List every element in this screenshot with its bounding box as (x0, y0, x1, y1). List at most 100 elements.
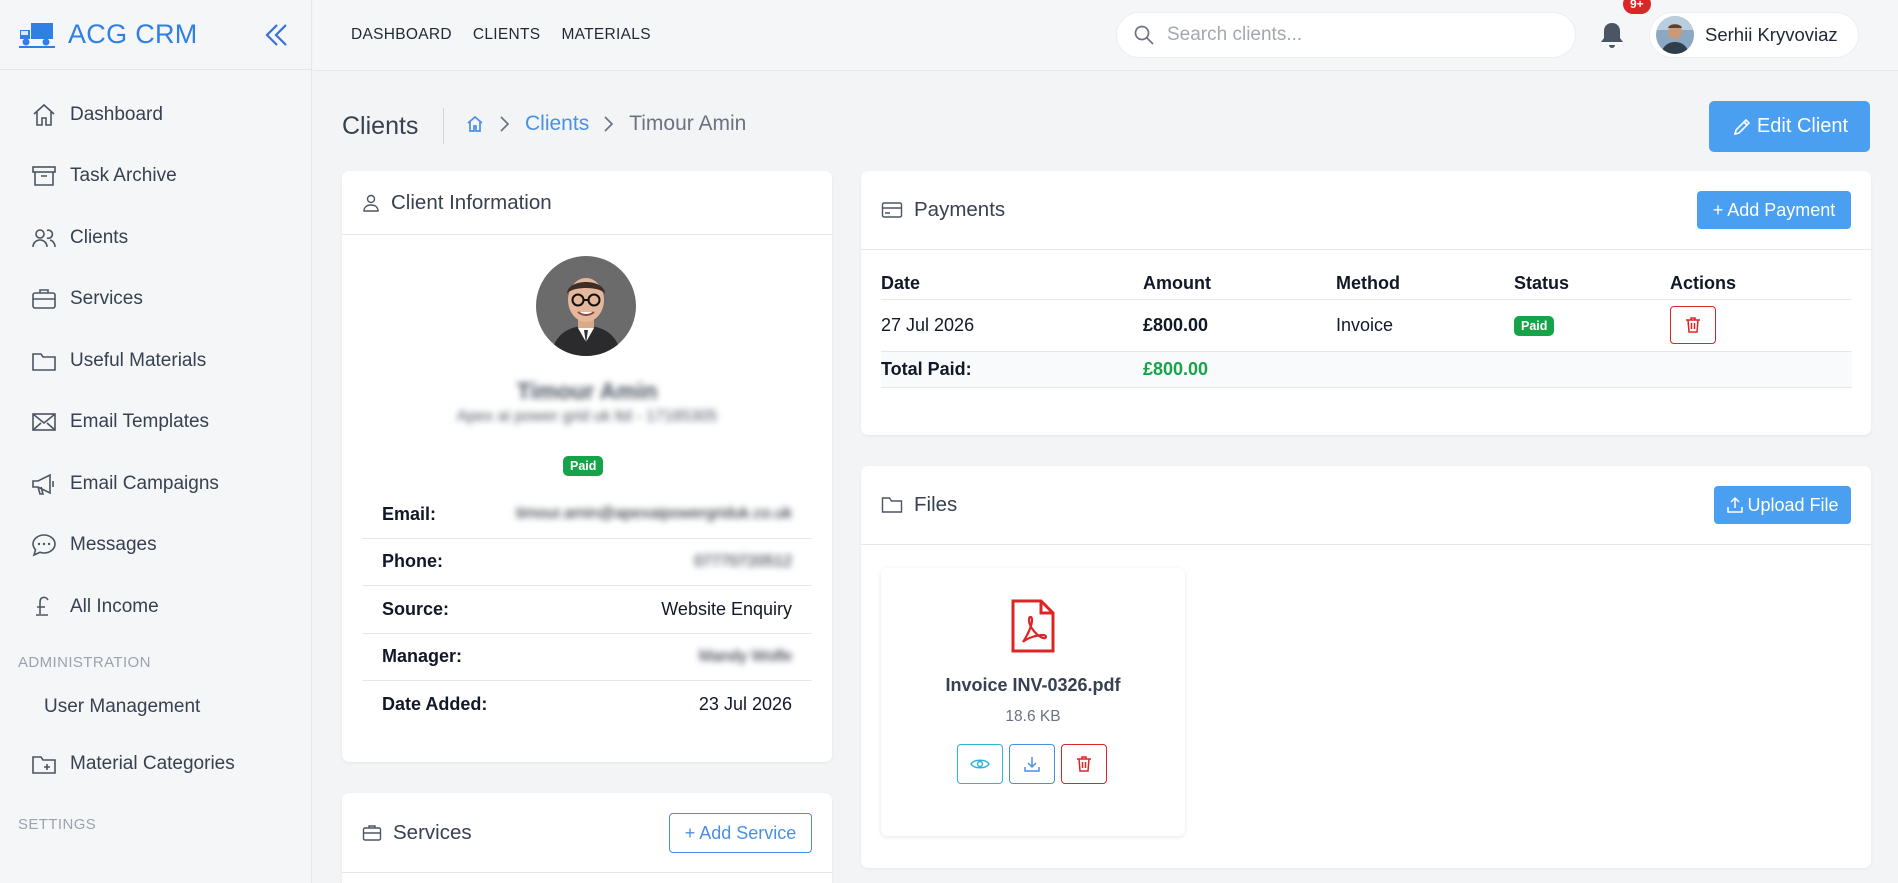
user-icon (363, 194, 379, 212)
sidebar-item-user-management[interactable]: User Management (0, 680, 311, 734)
pdf-file-icon (1011, 599, 1055, 653)
top-nav: DASHBOARD CLIENTS MATERIALS (351, 26, 672, 44)
upload-icon (1727, 496, 1744, 513)
sidebar-item-useful-materials[interactable]: Useful Materials (0, 330, 311, 392)
delete-file-button[interactable] (1061, 744, 1107, 784)
column-header: Actions (1670, 273, 1737, 293)
app-name: ACG CRM (68, 19, 198, 49)
detail-label: Manager: (382, 646, 463, 667)
delete-payment-button[interactable] (1670, 306, 1716, 344)
detail-row-manager: Manager: Mandy Wolfe (362, 634, 812, 681)
sidebar-item-all-income[interactable]: All Income (0, 576, 311, 638)
section-administration: ADMINISTRATION (0, 646, 311, 680)
avatar (1656, 16, 1694, 54)
detail-row-date-added: Date Added: 23 Jul 2026 (362, 681, 812, 729)
bell-icon[interactable] (1598, 20, 1626, 50)
sidebar-item-task-archive[interactable]: Task Archive (0, 146, 311, 208)
breadcrumb-clients[interactable]: Clients (525, 112, 589, 136)
sidebar-nav: Dashboard Task Archive Clients Services … (0, 70, 311, 843)
sidebar-item-email-campaigns[interactable]: Email Campaigns (0, 453, 311, 515)
status-badge: Paid (563, 456, 604, 476)
sidebar-item-messages[interactable]: Messages (0, 515, 311, 577)
payments-table: Date Amount Method Status Actions 27 Jul… (881, 273, 1852, 388)
file-actions (957, 744, 1107, 784)
credit-card-icon (881, 202, 903, 218)
add-service-button[interactable]: + Add Service (669, 813, 812, 853)
sidebar-item-clients[interactable]: Clients (0, 207, 311, 269)
home-icon[interactable] (465, 114, 485, 134)
trash-icon (1077, 756, 1091, 772)
detail-label: Email: (382, 503, 437, 524)
payment-amount: £800.00 (1143, 298, 1336, 351)
sidebar-item-label: User Management (44, 695, 201, 717)
search-icon (1134, 25, 1154, 45)
sidebar-item-material-categories[interactable]: Material Categories (0, 734, 311, 796)
services-card: Services + Add Service (342, 793, 832, 883)
detail-value[interactable]: 07770720512 (694, 553, 792, 571)
detail-value: 23 Jul 2026 (698, 694, 792, 715)
table-row: 27 Jul 2026 £800.00 Invoice Paid (881, 298, 1852, 351)
sidebar-item-dashboard[interactable]: Dashboard (0, 84, 311, 146)
upload-file-label: Upload File (1747, 494, 1839, 515)
mail-icon (32, 413, 56, 432)
briefcase-icon (362, 824, 382, 841)
top-link-materials[interactable]: MATERIALS (561, 26, 650, 44)
client-name: Timour Amin (516, 378, 658, 404)
users-icon (32, 228, 56, 247)
file-name[interactable]: Invoice INV-0326.pdf (881, 675, 1185, 696)
sidebar-item-email-templates[interactable]: Email Templates (0, 392, 311, 454)
file-item: Invoice INV-0326.pdf 18.6 KB (881, 568, 1185, 836)
payments-card: Payments + Add Payment Date Amount Metho… (861, 171, 1871, 435)
total-label: Total Paid: (881, 350, 1143, 388)
sidebar-item-services[interactable]: Services (0, 269, 311, 331)
trash-icon (1686, 317, 1700, 333)
sidebar-item-label: Email Campaigns (70, 472, 219, 494)
collapse-sidebar-icon[interactable] (262, 20, 292, 50)
top-link-clients[interactable]: CLIENTS (473, 26, 541, 44)
card-header: Client Information (342, 171, 832, 235)
briefcase-icon (32, 289, 56, 310)
client-info-card: Client Information Timour Amin Apex ai p… (342, 171, 832, 762)
upload-file-button[interactable]: Upload File (1714, 486, 1851, 524)
card-title: Payments (914, 198, 1006, 221)
megaphone-icon (32, 473, 54, 495)
breadcrumb-current: Timour Amin (629, 112, 747, 135)
client-company: Apex ai power grid uk ltd - 17185305 (456, 408, 718, 425)
chat-icon (32, 534, 56, 557)
sidebar-item-label: All Income (70, 595, 159, 617)
view-file-button[interactable] (957, 744, 1003, 784)
breadcrumb: Clients Timour Amin (465, 112, 746, 136)
detail-row-source: Source: Website Enquiry (362, 586, 812, 634)
add-payment-button[interactable]: + Add Payment (1697, 191, 1851, 229)
folder-icon (32, 352, 56, 371)
card-title: Files (914, 493, 958, 516)
detail-label: Source: (382, 598, 450, 619)
card-title: Client Information (391, 190, 552, 214)
edit-client-button[interactable]: Edit Client (1709, 101, 1870, 152)
top-link-dashboard[interactable]: DASHBOARD (351, 26, 452, 44)
user-menu[interactable]: Serhii Kryvoviaz (1649, 12, 1859, 58)
folder-plus-icon (32, 756, 56, 775)
sidebar-item-label: Dashboard (70, 103, 163, 125)
client-details: Email: timour.amin@apexaipowergriduk.co.… (362, 491, 812, 729)
pencil-icon (1733, 118, 1751, 135)
topbar: DASHBOARD CLIENTS MATERIALS 9+ Serhii Kr… (313, 0, 1898, 71)
payment-actions (1670, 298, 1852, 351)
detail-label: Date Added: (382, 694, 488, 715)
search-input[interactable] (1167, 24, 1547, 46)
payment-status-cell: Paid (1514, 298, 1670, 351)
card-header: Files Upload File (861, 466, 1871, 545)
divider (443, 108, 444, 144)
status-badge: Paid (1514, 316, 1555, 336)
sidebar-item-label: Material Categories (70, 753, 235, 775)
section-label: ADMINISTRATION (18, 654, 151, 671)
truck-logo-icon (19, 22, 55, 48)
chevron-right-icon (500, 116, 510, 132)
detail-label: Phone: (382, 551, 443, 572)
sidebar-item-label: Clients (70, 226, 129, 248)
sidebar-item-label: Messages (70, 534, 157, 556)
download-file-button[interactable] (1009, 744, 1055, 784)
detail-value[interactable]: timour.amin@apexaipowergriduk.co.uk (516, 505, 792, 523)
chevron-right-icon (604, 116, 614, 132)
sidebar-item-label: Email Templates (70, 411, 210, 433)
